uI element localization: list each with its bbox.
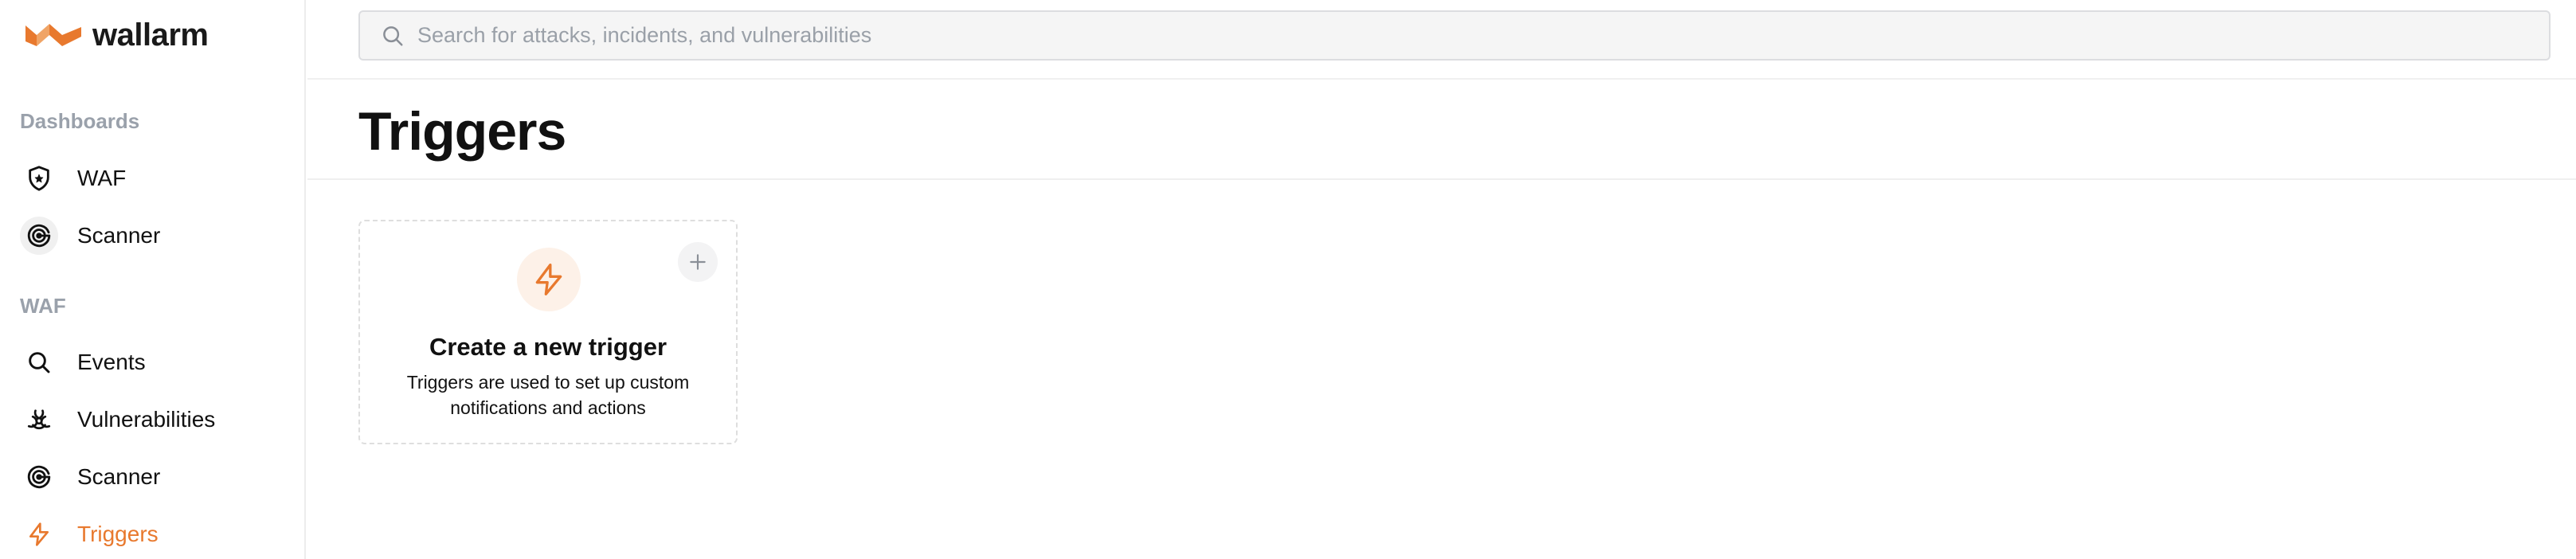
plus-icon (690, 254, 706, 270)
lightning-icon (517, 248, 581, 311)
biohazard-icon (20, 401, 58, 439)
section-title-dashboards: Dashboards (20, 109, 140, 133)
create-trigger-card[interactable]: Create a new trigger Triggers are used t… (358, 220, 738, 444)
sidebar-item-label: Triggers (77, 522, 159, 546)
scanner-icon (20, 217, 58, 255)
global-search[interactable] (358, 10, 2551, 61)
search-icon (381, 24, 405, 48)
sidebar-item-label: Scanner (77, 464, 161, 489)
sidebar-item-triggers[interactable]: Triggers (20, 512, 291, 557)
search-input[interactable] (417, 23, 2549, 48)
sidebar: wallarm Dashboards WAF Scanner WAF Event… (0, 0, 306, 559)
sidebar-item-vulnerabilities[interactable]: Vulnerabilities (20, 397, 291, 442)
card-description: Triggers are used to set up custom notif… (406, 372, 690, 418)
search-icon (20, 343, 58, 381)
card-title: Create a new trigger (429, 333, 667, 361)
sidebar-item-label: WAF (77, 166, 127, 190)
add-trigger-button[interactable] (678, 242, 718, 282)
wallarm-logo-icon (25, 24, 81, 46)
sidebar-item-label: Vulnerabilities (77, 407, 216, 432)
sidebar-item-dashboard-waf[interactable]: WAF (20, 156, 291, 201)
lightning-icon (20, 515, 58, 553)
shield-icon (20, 159, 58, 197)
sidebar-item-dashboard-scanner[interactable]: Scanner (20, 213, 291, 258)
page-title: Triggers (358, 101, 566, 162)
sidebar-item-events[interactable]: Events (20, 340, 291, 385)
sidebar-item-label: Scanner (77, 223, 161, 248)
header-divider (307, 78, 2576, 80)
title-divider (307, 178, 2576, 180)
brand-name: wallarm (92, 18, 209, 53)
brand-logo[interactable]: wallarm (25, 18, 209, 53)
scanner-icon (20, 458, 58, 496)
sidebar-item-scanner[interactable]: Scanner (20, 455, 291, 499)
sidebar-item-label: Events (77, 350, 146, 374)
section-title-waf: WAF (20, 294, 66, 318)
